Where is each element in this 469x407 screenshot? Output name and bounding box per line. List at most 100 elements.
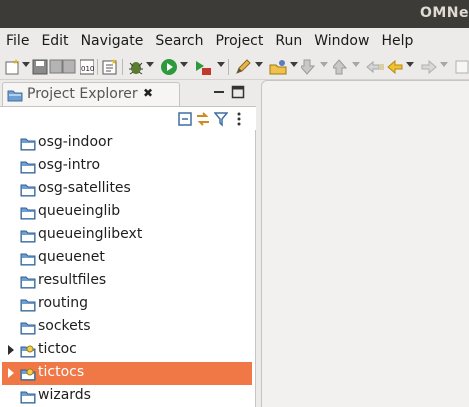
- forward-arrow-icon: [421, 59, 437, 75]
- forward-dropdown-arrow[interactable]: [440, 62, 448, 67]
- previous-annotation-dropdown-arrow[interactable]: [352, 62, 360, 67]
- view-menu-icon[interactable]: [235, 111, 243, 131]
- save-all-icon: [49, 59, 76, 74]
- menu-edit[interactable]: Edit: [35, 28, 74, 54]
- next-annotation-dropdown-arrow[interactable]: [320, 62, 328, 67]
- tree-item-label: queueinglib: [38, 203, 121, 219]
- tree-item-label: sockets: [38, 318, 91, 334]
- external-tools-button[interactable]: [193, 58, 213, 76]
- previous-annotation-button[interactable]: [333, 58, 349, 76]
- tree-item[interactable]: tictoc: [2, 339, 252, 362]
- folder-icon: [20, 251, 36, 271]
- window-title: OMNe: [419, 5, 469, 21]
- previous-annotation-icon: [333, 59, 348, 75]
- menubar: File Edit Navigate Search Project Run Wi…: [0, 28, 469, 54]
- save-button[interactable]: [32, 58, 48, 76]
- folder-icon: [20, 274, 36, 294]
- tree-item-label: osg-satellites: [38, 180, 131, 196]
- back-button[interactable]: [386, 58, 404, 76]
- expand-arrow-icon[interactable]: [8, 345, 14, 355]
- tree-item-label: queuenet: [38, 249, 105, 265]
- editor-pane[interactable]: [261, 80, 469, 407]
- pencil-icon: [236, 59, 251, 74]
- tab-label: Project Explorer: [27, 86, 138, 102]
- menu-file[interactable]: File: [0, 28, 35, 54]
- view-toolbar: [0, 106, 256, 130]
- open-project-icon: [20, 343, 38, 363]
- new-file-icon: [5, 59, 19, 75]
- open-type-button[interactable]: [268, 58, 288, 76]
- debug-dropdown-arrow[interactable]: [146, 62, 154, 67]
- tree-item[interactable]: sockets: [2, 316, 252, 339]
- menu-search[interactable]: Search: [149, 28, 209, 54]
- pin-icon: [455, 60, 469, 74]
- folder-icon: [20, 228, 36, 248]
- run-icon: [161, 59, 177, 75]
- close-tab-icon[interactable]: ✖: [143, 86, 153, 100]
- tree-item[interactable]: queueinglibext: [2, 224, 252, 247]
- pin-editor-button[interactable]: [454, 58, 469, 76]
- filter-icon[interactable]: [213, 111, 229, 131]
- link-with-editor-icon[interactable]: [195, 111, 211, 131]
- run-dropdown-arrow[interactable]: [180, 62, 188, 67]
- back-dropdown-arrow[interactable]: [406, 62, 414, 67]
- editor-area: [258, 80, 469, 407]
- menu-run[interactable]: Run: [269, 28, 308, 54]
- folder-icon: [20, 136, 36, 156]
- tree-item-label: osg-intro: [38, 157, 101, 173]
- folder-icon: [20, 182, 36, 202]
- tree-item[interactable]: queueinglib: [2, 201, 252, 224]
- tree-item[interactable]: routing: [2, 293, 252, 316]
- new-wizard-button[interactable]: [4, 58, 22, 76]
- folder-icon: [20, 205, 36, 225]
- tree-item[interactable]: resultfiles: [2, 270, 252, 293]
- main-toolbar: 010: [0, 54, 469, 80]
- menu-help[interactable]: Help: [375, 28, 419, 54]
- tree-item-label: osg-indoor: [38, 134, 113, 150]
- tree-item[interactable]: osg-satellites: [2, 178, 252, 201]
- minimize-view-icon[interactable]: [212, 85, 226, 103]
- next-annotation-button[interactable]: [301, 58, 317, 76]
- toolbar-separator: [97, 59, 98, 75]
- tree-item-label: routing: [38, 295, 89, 311]
- tree-item-label: tictocs: [38, 364, 85, 380]
- open-project-icon: [20, 366, 38, 386]
- menu-project[interactable]: Project: [209, 28, 269, 54]
- project-explorer-icon: [7, 87, 23, 107]
- tree-item-label: wizards: [38, 387, 91, 403]
- tree-item-label: tictoc: [38, 341, 77, 357]
- debug-button[interactable]: [127, 58, 145, 76]
- properties-button[interactable]: [102, 58, 120, 76]
- back-arrow-icon: [387, 59, 403, 75]
- forward-button[interactable]: [420, 58, 438, 76]
- new-dropdown-arrow[interactable]: [22, 62, 30, 67]
- properties-icon: [102, 59, 117, 75]
- save-all-button[interactable]: [49, 58, 77, 76]
- tree-item[interactable]: osg-intro: [2, 155, 252, 178]
- collapse-all-icon[interactable]: [178, 111, 192, 131]
- expand-arrow-icon[interactable]: [8, 368, 14, 378]
- open-type-dropdown-arrow[interactable]: [290, 62, 298, 67]
- save-icon: [32, 59, 48, 75]
- tree-item[interactable]: tictocs: [2, 362, 252, 385]
- tree-item-label: queueinglibext: [38, 226, 143, 242]
- maximize-view-icon[interactable]: [231, 85, 245, 103]
- pencil-button[interactable]: [234, 58, 252, 76]
- folder-icon: [20, 389, 36, 407]
- binary-icon: 010: [80, 59, 94, 75]
- last-edit-location-button[interactable]: [365, 58, 385, 76]
- binary-button[interactable]: 010: [80, 58, 94, 76]
- menu-navigate[interactable]: Navigate: [75, 28, 150, 54]
- toolbar-separator: [122, 59, 123, 75]
- tree-item[interactable]: queuenet: [2, 247, 252, 270]
- pencil-dropdown-arrow[interactable]: [255, 62, 263, 67]
- tree-item[interactable]: wizards: [2, 385, 252, 407]
- view-tab-row: Project Explorer ✖: [0, 80, 256, 106]
- last-edit-icon: [366, 60, 384, 74]
- tab-project-explorer[interactable]: Project Explorer ✖: [2, 82, 180, 106]
- tree-item[interactable]: osg-indoor: [2, 132, 252, 155]
- run-button[interactable]: [160, 58, 178, 76]
- external-tools-dropdown-arrow[interactable]: [217, 62, 225, 67]
- next-annotation-icon: [301, 59, 316, 75]
- menu-window[interactable]: Window: [308, 28, 375, 54]
